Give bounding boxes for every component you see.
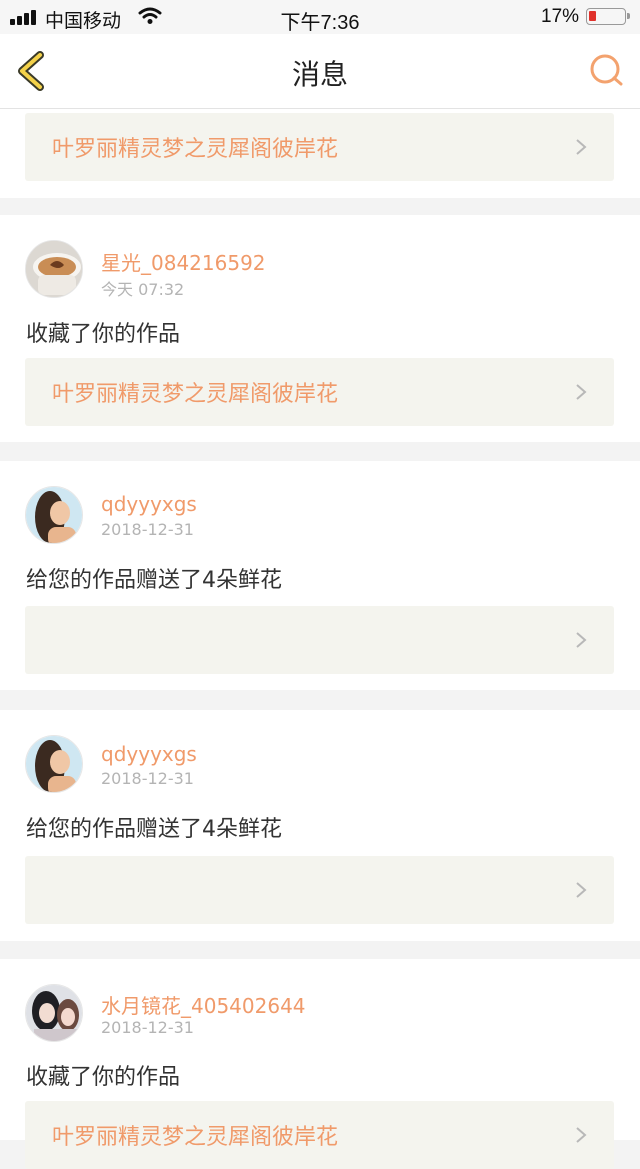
work-link[interactable]: 叶罗丽精灵梦之灵犀阁彼岸花 [25,1101,614,1169]
message-action: 收藏了你的作品 [26,1065,181,1090]
avatar[interactable] [25,984,83,1042]
status-bar: 中国移动 下午7:36 17% [0,0,640,34]
work-title: 叶罗丽精灵梦之灵犀阁彼岸花 [52,1125,339,1150]
coffee-cup-avatar-image [26,241,82,297]
work-title: 叶罗丽精灵梦之灵犀阁彼岸花 [52,382,339,407]
message-card: 星光_084216592 今天 07:32 收藏了你的作品 叶罗丽精灵梦之灵犀阁… [0,215,640,442]
message-action: 给您的作品赠送了4朵鲜花 [26,568,282,593]
chevron-right-icon [576,139,587,155]
chevron-right-icon [576,1127,587,1143]
chevron-right-icon [576,882,587,898]
avatar[interactable] [25,486,83,544]
portrait-avatar-image [26,985,82,1041]
message-card: 叶罗丽精灵梦之灵犀阁彼岸花 [0,109,640,198]
message-action: 收藏了你的作品 [26,322,181,347]
username[interactable]: 水月镜花_405402644 [101,990,306,1019]
search-icon[interactable] [586,53,626,89]
work-link[interactable]: 叶罗丽精灵梦之灵犀阁彼岸花 [25,113,614,181]
work-title: 叶罗丽精灵梦之灵犀阁彼岸花 [52,137,339,162]
battery-icon [586,8,630,25]
avatar[interactable] [25,240,83,298]
avatar[interactable] [25,735,83,793]
page-title: 消息 [291,58,348,91]
message-time: 2018-12-31 [101,769,194,788]
battery-percent: 17% [541,6,580,27]
message-time: 今天 07:32 [101,280,185,299]
username[interactable]: qdyyyxgs [101,742,197,766]
message-time: 2018-12-31 [101,1018,194,1037]
message-card: qdyyyxgs 2018-12-31 给您的作品赠送了4朵鲜花 [0,461,640,690]
work-link[interactable]: 叶罗丽精灵梦之灵犀阁彼岸花 [25,358,614,426]
message-action: 给您的作品赠送了4朵鲜花 [26,817,282,842]
portrait-avatar-image [26,487,82,543]
work-link[interactable] [25,606,614,674]
work-link[interactable] [25,856,614,924]
portrait-avatar-image [26,736,82,792]
message-card: 水月镜花_405402644 2018-12-31 收藏了你的作品 叶罗丽精灵梦… [0,959,640,1169]
message-card: qdyyyxgs 2018-12-31 给您的作品赠送了4朵鲜花 [0,710,640,941]
chevron-right-icon [576,632,587,648]
message-time: 2018-12-31 [101,520,194,539]
username[interactable]: 星光_084216592 [101,247,266,276]
chevron-right-icon [576,384,587,400]
username[interactable]: qdyyyxgs [101,492,197,516]
nav-bar: 消息 [0,34,640,109]
